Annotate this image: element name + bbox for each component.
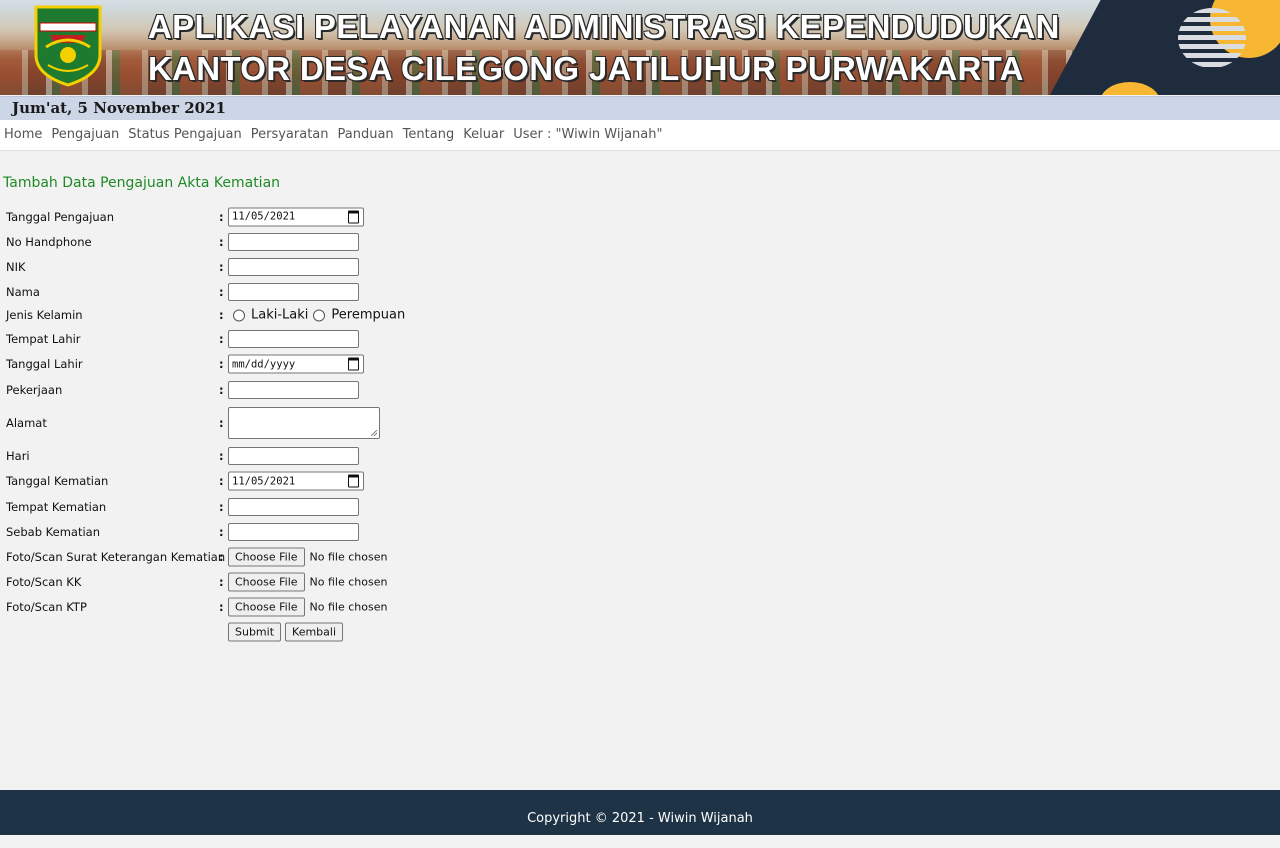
scan-kk-choose-file-button[interactable]: Choose File bbox=[228, 572, 305, 591]
radio-perempuan[interactable] bbox=[313, 309, 326, 321]
radio-laki-laki[interactable] bbox=[233, 309, 245, 321]
nav-status-pengajuan[interactable]: Status Pengajuan bbox=[128, 120, 241, 150]
field-label: Sebab Kematian bbox=[6, 524, 101, 539]
field-label: Alamat bbox=[6, 415, 47, 430]
page-title: Tambah Data Pengajuan Akta Kematian bbox=[3, 175, 281, 191]
scan-kk-file-status: No file chosen bbox=[309, 575, 388, 588]
form-row-scan-ktp: Foto/Scan KTP : Choose File No file chos… bbox=[6, 594, 706, 619]
form-row-scan-kk: Foto/Scan KK : Choose File No file chose… bbox=[6, 569, 706, 594]
banner-decor-stripes bbox=[1178, 8, 1246, 68]
form-row-pekerjaan: Pekerjaan : bbox=[6, 377, 706, 402]
form-row-hari: Hari : bbox=[6, 443, 706, 468]
field-label: Jenis Kelamin bbox=[6, 308, 83, 322]
radio-label-perempuan[interactable]: Perempuan bbox=[331, 308, 405, 323]
nav-persyaratan[interactable]: Persyaratan bbox=[251, 120, 329, 150]
form-row-alamat: Alamat : bbox=[6, 402, 706, 443]
tempat-kematian-input[interactable] bbox=[228, 497, 359, 516]
no-handphone-input[interactable] bbox=[228, 232, 359, 251]
field-label: Hari bbox=[6, 448, 30, 463]
form-row-tempat-lahir: Tempat Lahir : bbox=[6, 326, 706, 351]
tanggal-kematian-date-input[interactable]: 11/05/2021 bbox=[228, 471, 364, 491]
field-label: Foto/Scan KK bbox=[6, 574, 82, 589]
field-label: Tempat Kematian bbox=[6, 499, 107, 514]
regency-crest-logo bbox=[34, 5, 102, 87]
form-row-tanggal-pengajuan: Tanggal Pengajuan : 11/05/2021 bbox=[6, 204, 706, 229]
scan-ktp-choose-file-button[interactable]: Choose File bbox=[228, 597, 305, 616]
field-label: NIK bbox=[6, 259, 26, 274]
footer: Copyright © 2021 - Wiwin Wijanah bbox=[0, 790, 1280, 835]
scan-surat-file-status: No file chosen bbox=[309, 550, 388, 563]
calendar-icon[interactable] bbox=[348, 474, 359, 488]
header-banner: APLIKASI PELAYANAN ADMINISTRASI KEPENDUD… bbox=[0, 0, 1280, 95]
field-label: Nama bbox=[6, 284, 40, 299]
form-row-tempat-kematian: Tempat Kematian : bbox=[6, 494, 706, 519]
form-row-sebab-kematian: Sebab Kematian : bbox=[6, 519, 706, 544]
nik-input[interactable] bbox=[228, 257, 359, 276]
field-label: Foto/Scan Surat Keterangan Kematian bbox=[6, 549, 226, 564]
form-row-tanggal-lahir: Tanggal Lahir : mm/dd/yyyy bbox=[6, 351, 706, 377]
kembali-button[interactable]: Kembali bbox=[285, 622, 344, 641]
tempat-lahir-input[interactable] bbox=[228, 329, 359, 348]
field-label: Tanggal Pengajuan bbox=[6, 209, 115, 224]
tanggal-lahir-date-input[interactable]: mm/dd/yyyy bbox=[228, 354, 364, 374]
form-row-nik: NIK : bbox=[6, 254, 706, 279]
field-label: Tanggal Lahir bbox=[6, 357, 83, 371]
form-actions: Submit Kembali bbox=[6, 619, 706, 644]
alamat-textarea[interactable] bbox=[228, 406, 380, 439]
copyright-text: Copyright © 2021 - Wiwin Wijanah bbox=[527, 811, 753, 826]
nav-panduan[interactable]: Panduan bbox=[338, 120, 394, 150]
calendar-icon[interactable] bbox=[348, 210, 359, 223]
form-row-no-handphone: No Handphone : bbox=[6, 229, 706, 254]
banner-title-line2: KANTOR DESA CILEGONG JATILUHUR PURWAKART… bbox=[148, 50, 1024, 87]
banner-title: APLIKASI PELAYANAN ADMINISTRASI KEPENDUD… bbox=[148, 6, 1068, 90]
scan-ktp-file-status: No file chosen bbox=[309, 600, 388, 613]
current-date: Jum'at, 5 November 2021 bbox=[12, 99, 226, 117]
nav-home[interactable]: Home bbox=[4, 120, 42, 150]
field-label: No Handphone bbox=[6, 234, 92, 249]
nav-tentang[interactable]: Tentang bbox=[403, 120, 455, 150]
nav-pengajuan[interactable]: Pengajuan bbox=[51, 120, 119, 150]
tanggal-pengajuan-date-input[interactable]: 11/05/2021 bbox=[228, 207, 364, 226]
akta-kematian-form: Tanggal Pengajuan : 11/05/2021 No Handph… bbox=[6, 204, 706, 644]
form-row-tanggal-kematian: Tanggal Kematian : 11/05/2021 bbox=[6, 468, 706, 494]
banner-title-line1: APLIKASI PELAYANAN ADMINISTRASI KEPENDUD… bbox=[148, 8, 1060, 45]
pekerjaan-input[interactable] bbox=[228, 380, 359, 399]
nav-keluar[interactable]: Keluar bbox=[463, 120, 504, 150]
sebab-kematian-input[interactable] bbox=[228, 522, 359, 541]
field-label: Foto/Scan KTP bbox=[6, 599, 87, 614]
hari-input[interactable] bbox=[228, 446, 359, 465]
nama-input[interactable] bbox=[228, 282, 359, 301]
field-label: Tempat Lahir bbox=[6, 331, 81, 346]
form-row-scan-surat: Foto/Scan Surat Keterangan Kematian : Ch… bbox=[6, 544, 706, 569]
calendar-icon[interactable] bbox=[348, 357, 359, 371]
field-label: Pekerjaan bbox=[6, 382, 63, 397]
form-row-jenis-kelamin: Jenis Kelamin : Laki-Laki Perempuan bbox=[6, 307, 406, 323]
submit-button[interactable]: Submit bbox=[228, 622, 282, 641]
nav-user-label: User : "Wiwin Wijanah" bbox=[513, 127, 663, 142]
scan-surat-choose-file-button[interactable]: Choose File bbox=[228, 547, 305, 566]
form-row-nama: Nama : bbox=[6, 279, 706, 304]
main-nav: Home Pengajuan Status Pengajuan Persyara… bbox=[0, 120, 1280, 151]
date-bar: Jum'at, 5 November 2021 bbox=[0, 96, 1280, 120]
radio-label-laki-laki[interactable]: Laki-Laki bbox=[251, 308, 308, 323]
field-label: Tanggal Kematian bbox=[6, 474, 109, 488]
